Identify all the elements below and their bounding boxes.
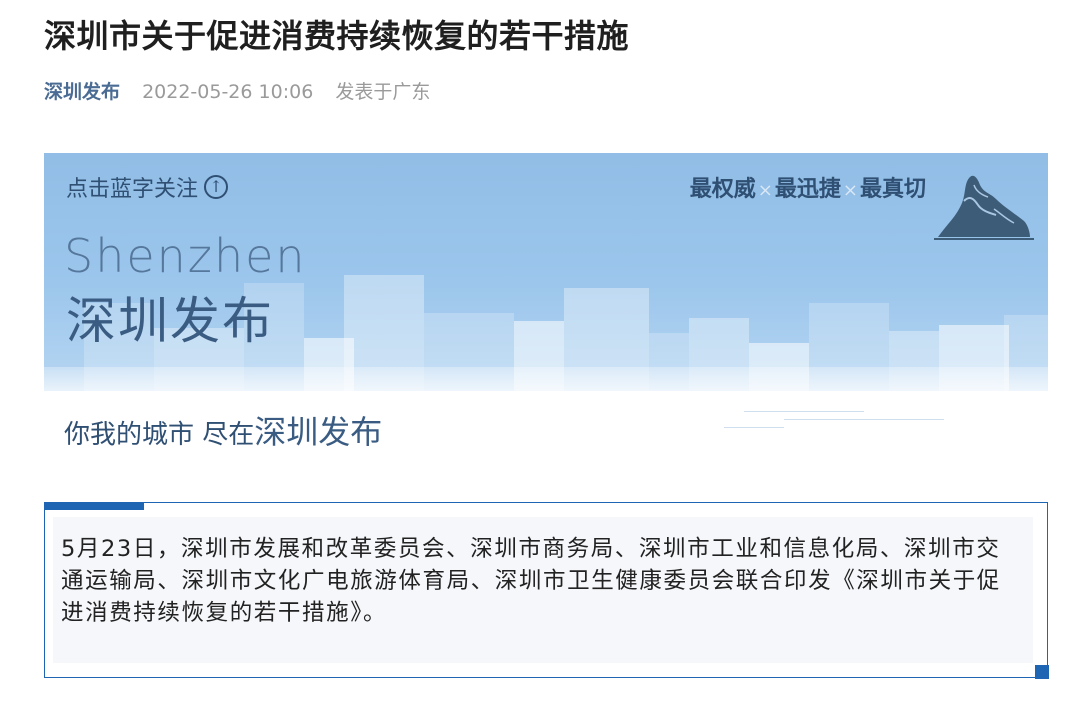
intro-paragraph: 5月23日，深圳市发展和改革委员会、深圳市商务局、深圳市工业和信息化局、深圳市交…: [61, 536, 1001, 626]
publish-location: 发表于广东: [335, 81, 431, 103]
slogan-separator: ×: [842, 180, 858, 201]
slogan-genuine: 最真切: [859, 176, 926, 202]
quote-corner-accent: [1034, 664, 1049, 679]
follow-banner-image[interactable]: 点击蓝字关注 ↑ 最权威 ×最迅捷 ×最真切 Shenzhen 深圳发布 你我的城市…: [44, 153, 1048, 465]
account-name-link[interactable]: 深圳发布: [44, 81, 120, 103]
follow-text: 点击蓝字关注: [66, 177, 199, 202]
publish-date: 2022-05-26 10:06: [142, 81, 314, 103]
brand-name-english: Shenzhen: [64, 229, 307, 283]
article-title: 深圳市关于促进消费持续恢复的若干措施: [44, 17, 630, 55]
article-meta: 深圳发布 2022-05-26 10:06 发表于广东: [44, 78, 430, 106]
tagline-prefix: 你我的城市 尽在: [64, 420, 255, 450]
follow-prompt[interactable]: 点击蓝字关注 ↑: [66, 171, 229, 203]
intro-quote-box: 5月23日，深圳市发展和改革委员会、深圳市商务局、深圳市工业和信息化局、深圳市交…: [43, 501, 1049, 679]
banner-tagline: 你我的城市 尽在深圳发布: [64, 407, 382, 453]
quote-top-accent: [43, 501, 144, 510]
mountain-rock-logo-icon: [934, 175, 1034, 240]
up-arrow-circle-icon: ↑: [204, 175, 229, 199]
slogan-fast: 最迅捷: [774, 176, 841, 202]
brand-name-chinese: 深圳发布: [66, 292, 274, 350]
tagline-brand: 深圳发布: [254, 413, 383, 451]
slogan-authoritative: 最权威: [689, 176, 756, 202]
banner-slogan: 最权威 ×最迅捷 ×最真切: [690, 171, 926, 203]
slogan-separator: ×: [757, 180, 773, 201]
